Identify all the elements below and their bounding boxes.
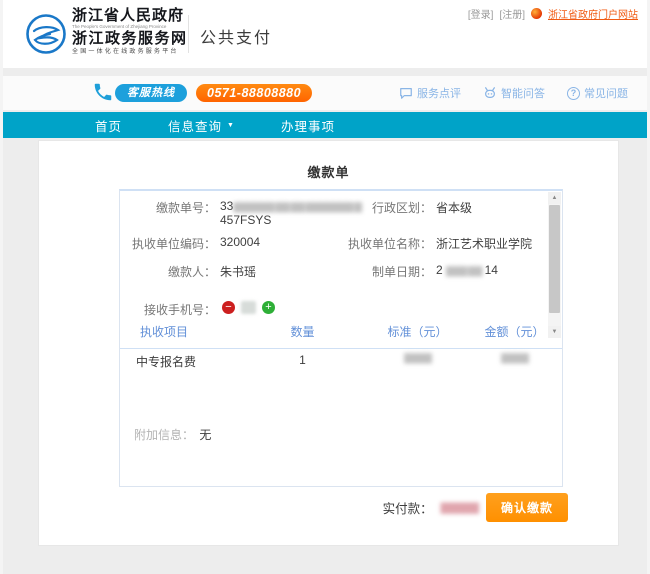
region-label: 行政区划： — [330, 199, 432, 216]
bill-no-line2: 457FSYS — [220, 213, 271, 227]
form-row-bill-no: 缴款单号： 33▇▇▇▇▇▇ ▇▇ ▇▇ ▇▇▇▇▇▇▇ ▇ 457FSYS 行… — [120, 199, 562, 227]
paid-amount-label: 实付款： — [383, 498, 433, 517]
site-name: 浙江政务服务网 — [72, 32, 188, 47]
site-header: 浙江省人民政府 The People's Government of Zheji… — [0, 0, 650, 68]
col-item: 执收项目 — [120, 323, 235, 340]
fee-qty: 1 — [235, 353, 370, 370]
unit-code-cell: 执收单位编码： 320004 — [120, 235, 260, 252]
hotline-link-label: 常见问题 — [584, 85, 628, 101]
hotline-link-faq[interactable]: ? 常见问题 — [567, 85, 628, 101]
page: 浙江省人民政府 The People's Government of Zheji… — [0, 0, 650, 574]
portal-link[interactable]: 浙江省政府门户网站 — [548, 6, 638, 21]
unit-name-label: 执收单位名称： — [330, 235, 432, 252]
nav-home-label: 首页 — [95, 116, 122, 135]
scroll-down-icon[interactable]: ▼ — [548, 326, 561, 338]
phone-controls: − + — [222, 301, 275, 314]
payment-slip-title: 缴款单 — [39, 162, 618, 181]
top-links: [登录] [注册] 浙江省政府门户网站 — [468, 6, 638, 21]
bill-no-label: 缴款单号： — [120, 199, 216, 216]
chat-bubble-icon — [399, 86, 413, 100]
pay-footer-row: 实付款： ▇▇▇▇▇ 确认缴款 — [383, 493, 568, 522]
zhejiang-logo-icon — [26, 14, 66, 54]
chevron-down-icon: ▼ — [227, 122, 235, 129]
logo-text-block: 浙江省人民政府 The People's Government of Zheji… — [72, 9, 188, 55]
unit-name-value: 浙江艺术职业学院 — [436, 235, 532, 252]
region-cell: 行政区划： 省本级 — [330, 199, 472, 216]
hotline-link-review[interactable]: 服务点评 — [399, 85, 461, 101]
fee-amount-redacted: ▇▇▇▇ — [465, 353, 564, 370]
payment-form-box: 缴款单号： 33▇▇▇▇▇▇ ▇▇ ▇▇ ▇▇▇▇▇▇▇ ▇ 457FSYS 行… — [119, 189, 563, 487]
hotline-links: 服务点评 智能问答 ? 常见问题 — [399, 85, 628, 101]
fee-standard-redacted: ▇▇▇▇ — [370, 353, 465, 370]
col-qty: 数量 — [235, 323, 370, 340]
fee-table-row: 中专报名费 1 ▇▇▇▇ ▇▇▇▇ — [120, 353, 562, 370]
form-row-phone: 接收手机号： − + — [120, 301, 562, 318]
payment-card: 缴款单 缴款单号： 33▇▇▇▇▇▇ ▇▇ ▇▇ ▇▇▇▇▇▇▇ ▇ 457FS… — [38, 140, 619, 546]
main-nav: 首页 信息查询 ▼ 办理事项 — [0, 112, 650, 138]
add-phone-icon[interactable]: + — [262, 301, 275, 314]
form-row-payer: 缴款人： 朱书瑶 制单日期： 2 ▇▇▇ ▇▇ 14 — [120, 263, 562, 280]
hotline-link-label: 智能问答 — [501, 85, 545, 101]
payer-value: 朱书瑶 — [220, 263, 256, 280]
date-label: 制单日期： — [330, 263, 432, 280]
date-cell: 制单日期： 2 ▇▇▇ ▇▇ 14 — [330, 263, 498, 280]
extra-info-value: 无 — [199, 428, 211, 442]
extra-info-row: 附加信息： 无 — [134, 426, 211, 443]
gov-name: 浙江省人民政府 — [72, 9, 188, 24]
login-link[interactable]: [登录] — [468, 6, 494, 21]
hotline-link-label: 服务点评 — [417, 85, 461, 101]
nav-matters-label: 办理事项 — [281, 116, 335, 135]
unit-code-label: 执收单位编码： — [120, 235, 216, 252]
unit-code-value: 320004 — [220, 235, 260, 249]
extra-info-label: 附加信息： — [134, 428, 194, 442]
phone-cell: 接收手机号： − + — [120, 301, 275, 318]
bill-no-visible: 33 — [220, 199, 233, 213]
phone-label: 接收手机号： — [120, 301, 216, 318]
paid-amount-redacted: ▇▇▇▇▇ — [441, 501, 478, 514]
gov-name-en: The People's Government of Zhejiang Prov… — [72, 25, 188, 30]
form-scrollbar[interactable]: ▲ ▼ — [548, 192, 561, 338]
nav-info-query-label: 信息查询 — [168, 116, 222, 135]
register-link[interactable]: [注册] — [499, 6, 525, 21]
phone-number-redacted — [241, 301, 256, 314]
date-redacted: ▇▇▇ ▇▇ — [446, 266, 481, 277]
bill-no-cell: 缴款单号： 33▇▇▇▇▇▇ ▇▇ ▇▇ ▇▇▇▇▇▇▇ ▇ 457FSYS — [120, 199, 361, 227]
national-emblem-icon — [531, 8, 542, 19]
scrollbar-thumb[interactable] — [549, 205, 560, 313]
site-logo: 浙江省人民政府 The People's Government of Zheji… — [26, 9, 188, 55]
nav-item-home[interactable]: 首页 — [95, 116, 122, 135]
question-circle-icon: ? — [567, 87, 580, 100]
col-standard: 标准（元） — [370, 323, 465, 340]
hotline-bar: 客服热线 0571-88808880 服务点评 智能问答 ? 常见问题 — [0, 76, 650, 110]
payer-label: 缴款人： — [120, 263, 216, 280]
scroll-up-icon[interactable]: ▲ — [548, 192, 561, 204]
hotline-number-badge: 0571-88808880 — [196, 84, 312, 102]
nav-item-matters[interactable]: 办理事项 — [281, 116, 335, 135]
page-title: 公共支付 — [200, 24, 272, 48]
payer-cell: 缴款人： 朱书瑶 — [120, 263, 256, 280]
robot-icon — [483, 86, 497, 100]
date-suffix: 14 — [485, 263, 498, 277]
hotline-label-badge: 客服热线 — [115, 84, 187, 102]
fee-item: 中专报名费 — [120, 353, 235, 370]
header-divider — [188, 15, 189, 53]
region-value: 省本级 — [436, 199, 472, 216]
site-tagline: 全国一体化在线政务服务平台 — [72, 49, 188, 55]
hotline-link-smart-qa[interactable]: 智能问答 — [483, 85, 545, 101]
unit-name-cell: 执收单位名称： 浙江艺术职业学院 — [330, 235, 532, 252]
confirm-payment-button[interactable]: 确认缴款 — [486, 493, 568, 522]
nav-item-info-query[interactable]: 信息查询 ▼ — [168, 116, 235, 135]
date-value: 2 ▇▇▇ ▇▇ 14 — [436, 263, 498, 277]
remove-phone-icon[interactable]: − — [222, 301, 235, 314]
form-row-unit: 执收单位编码： 320004 执收单位名称： 浙江艺术职业学院 — [120, 235, 562, 252]
date-prefix: 2 — [436, 263, 443, 277]
fee-table-header: 执收项目 数量 标准（元） 金额（元） — [120, 323, 562, 349]
phone-icon — [92, 81, 114, 103]
